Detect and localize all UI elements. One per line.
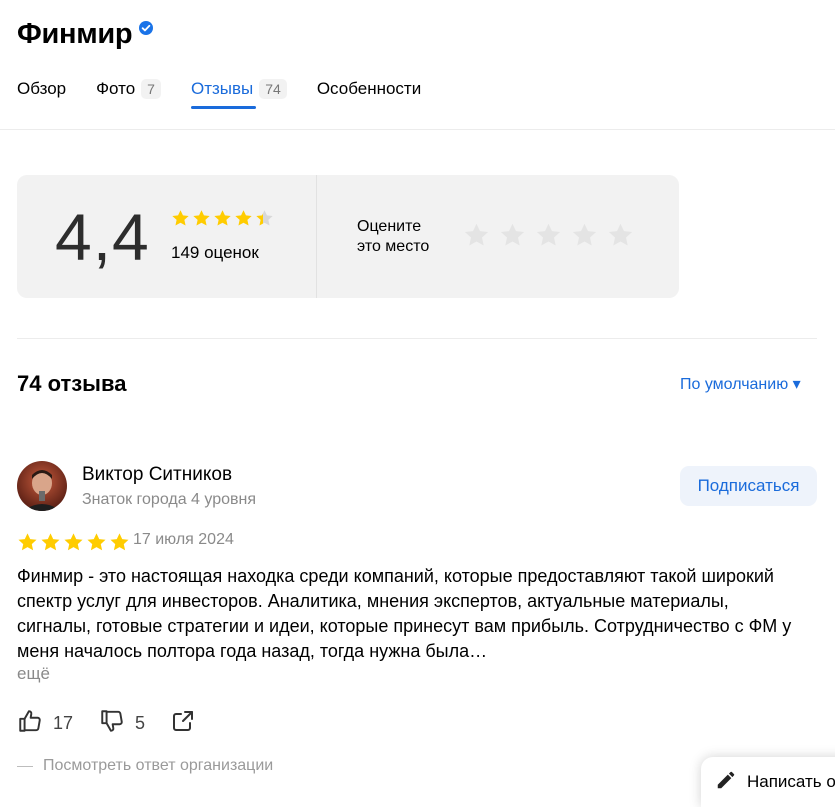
rating-count: 149 оценок [171, 243, 259, 262]
rating-value: 4,4 [55, 200, 150, 274]
rate-star-2-icon[interactable] [499, 222, 526, 249]
rate-stars-input [463, 222, 634, 249]
rate-prompt-line2: это место [357, 238, 430, 255]
rate-star-1-icon[interactable] [463, 222, 490, 249]
like-count: 17 [53, 712, 74, 733]
rate-star-5-icon[interactable] [607, 222, 634, 249]
write-review-label: Написать о [747, 772, 835, 791]
expand-review-link[interactable]: ещё [17, 664, 50, 684]
tab-count-badge: 7 [141, 79, 161, 99]
rate-star-4-icon[interactable] [571, 222, 598, 249]
card-divider [316, 175, 317, 298]
page-title: Финмир [17, 18, 133, 50]
star-icon [110, 533, 129, 551]
tab-overview[interactable]: Обзор [17, 76, 66, 102]
active-tab-indicator [190, 106, 256, 109]
rating-stars [171, 209, 274, 228]
like-button[interactable]: 17 [17, 708, 73, 739]
tab-count-badge: 74 [259, 79, 287, 99]
star-icon [235, 210, 252, 226]
org-answer-dash [17, 765, 33, 767]
rate-star-3-icon[interactable] [535, 222, 562, 249]
tab-label: Фото [96, 79, 136, 98]
star-icon [193, 210, 210, 226]
share-icon [171, 709, 195, 738]
tab-label: Отзывы [190, 79, 254, 98]
reviews-count-heading: 74 отзыва [17, 371, 127, 396]
rate-prompt-line1: Оцените [357, 218, 422, 235]
star-icon [214, 210, 231, 226]
dislike-button[interactable]: 5 [99, 708, 145, 739]
thumbs-down-icon [99, 708, 125, 739]
review-stars [17, 532, 130, 553]
verified-icon [139, 21, 153, 35]
star-icon [172, 210, 189, 226]
tab-photos[interactable]: Фото 7 [96, 76, 161, 102]
tab-reviews[interactable]: Отзывы 74 [190, 76, 287, 109]
star-icon [18, 533, 37, 551]
review-actions: 17 5 [17, 709, 221, 737]
review-author-level: Знаток города 4 уровня [82, 491, 257, 508]
pencil-icon [715, 769, 737, 796]
rate-prompt: Оцените это место [357, 217, 429, 257]
sort-dropdown[interactable]: По умолчанию ▾ [680, 374, 801, 394]
rating-card: 4,4 149 оценок Оцените это место [17, 175, 679, 298]
review-date: 17 июля 2024 [133, 531, 234, 548]
thumbs-up-icon [17, 708, 43, 739]
share-button[interactable] [171, 709, 195, 738]
header-divider [0, 129, 835, 130]
org-answer-label: Посмотреть ответ организации [43, 757, 274, 774]
dislike-count: 5 [135, 712, 146, 733]
star-icon [256, 210, 273, 226]
tabs: Обзор Фото 7 Отзывы 74 Особенности [17, 76, 451, 116]
star-icon [64, 533, 83, 551]
tab-label: Особенности [316, 79, 422, 98]
write-review-button[interactable]: Написать о [701, 757, 835, 807]
org-answer-link[interactable]: Посмотреть ответ организации [17, 757, 273, 775]
tab-features[interactable]: Особенности [317, 76, 421, 102]
review-author-name[interactable]: Виктор Ситников [82, 464, 232, 486]
tab-label: Обзор [17, 79, 67, 98]
review-text: Финмир - это настоящая находка среди ком… [17, 566, 792, 661]
section-divider [17, 338, 817, 339]
subscribe-button[interactable]: Подписаться [680, 466, 817, 506]
star-icon [41, 533, 60, 551]
star-icon [87, 533, 106, 551]
avatar[interactable] [17, 461, 67, 511]
